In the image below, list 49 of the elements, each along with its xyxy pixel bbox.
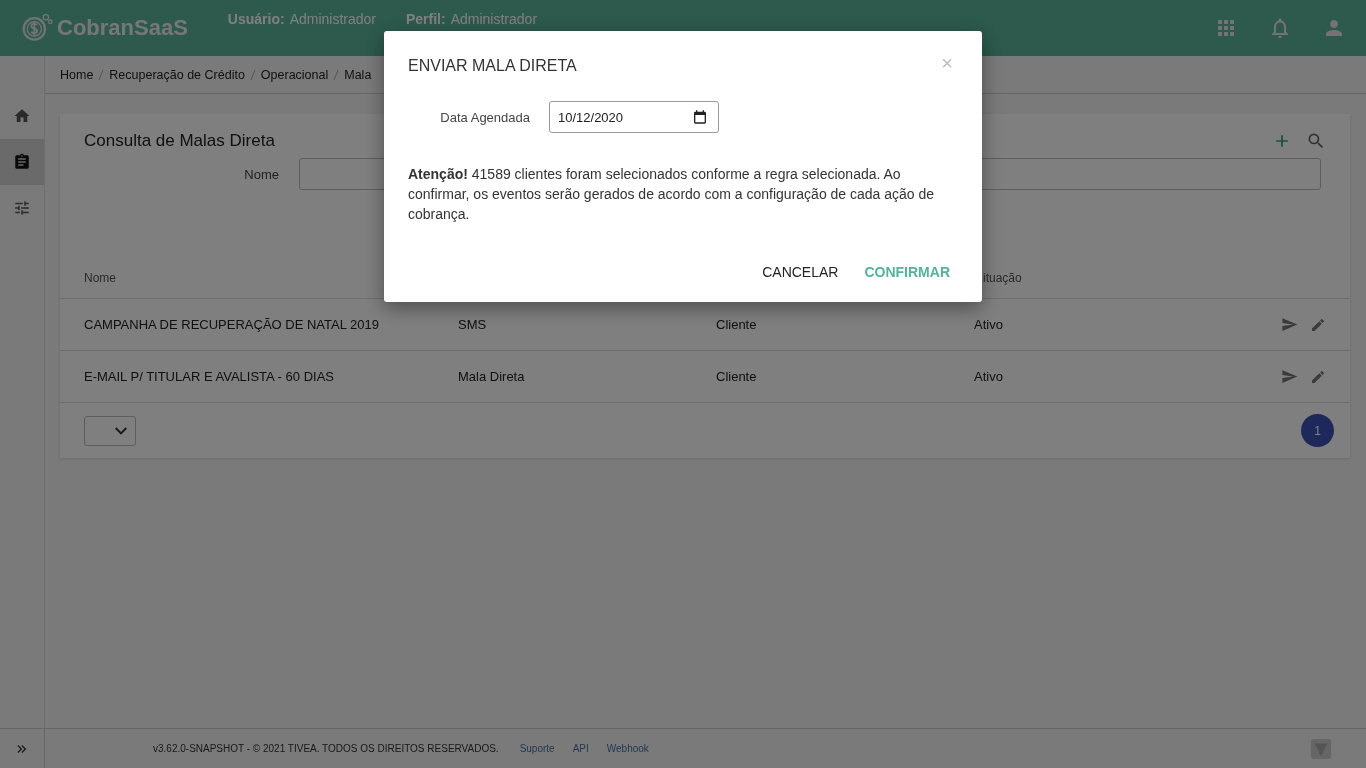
separator-slash-icon — [98, 68, 105, 81]
filter-label: Nome — [243, 166, 280, 182]
breadcrumb-link[interactable]: Recuperação de Crédito — [109, 67, 245, 82]
profile-name: Administrador — [450, 11, 538, 27]
date-input-field[interactable]: 10/12/2020 — [549, 101, 719, 133]
copyright-text: v3.62.0-SNAPSHOT - © 2021 TIVEA. TODOS OS DIREITOS RESERVADOS. — [153, 743, 499, 754]
dollar-coin-icon — [20, 12, 54, 44]
warning-message: Atenção! 41589 clientes foram selecionados conforme a regra selecionada. Ao confirmar, os eventos serão gerados de acordo com a configuração de cada ação de cobrança. — [408, 165, 936, 224]
page-button[interactable]: 1 — [1301, 414, 1334, 447]
column-header: Nome — [84, 271, 116, 285]
cancel-button[interactable]: CANCELAR — [748, 256, 853, 288]
sliders-icon — [13, 199, 31, 217]
table-cell: Ativo — [974, 369, 1003, 384]
shield-logo-icon — [1310, 737, 1332, 760]
sidebar-item[interactable] — [0, 139, 44, 185]
search-icon[interactable] — [1306, 131, 1326, 151]
edit-icon[interactable] — [1310, 368, 1326, 385]
home-icon — [13, 107, 31, 125]
separator-slash-icon — [249, 68, 256, 81]
table-cell: E-MAIL P/ TITULAR E AVALISTA - 60 DIAS — [84, 369, 334, 384]
table-cell: Cliente — [716, 317, 757, 332]
confirm-button[interactable]: CONFIRMAR — [850, 256, 964, 288]
table-cell: CAMPANHA DE RECUPERAÇÃO DE NATAL 2019 — [84, 317, 379, 332]
chevron-down-icon — [115, 426, 127, 435]
table-cell: Ativo — [974, 317, 1003, 332]
clipboard-icon — [13, 153, 31, 171]
breadcrumb-link[interactable]: Mala — [344, 67, 372, 82]
app-logo-text: CobranSaaS — [57, 15, 188, 41]
footer-link[interactable]: API — [572, 743, 589, 754]
card-title: Consulta de Malas Direta — [84, 131, 276, 151]
send-icon[interactable] — [1281, 316, 1298, 334]
column-header: ituação — [982, 271, 1022, 285]
separator-slash-icon — [333, 68, 340, 81]
footer-link[interactable]: Suporte — [519, 743, 555, 754]
table-cell: Cliente — [716, 369, 757, 384]
page-size-select[interactable] — [84, 415, 136, 446]
send-icon[interactable] — [1281, 368, 1298, 386]
date-label: Data Agendada — [439, 109, 530, 125]
modal-title: ENVIAR MALA DIRETA — [408, 57, 578, 75]
user-label: Usuário: — [227, 11, 285, 27]
table-cell: SMS — [458, 317, 487, 332]
calendar-icon[interactable] — [692, 109, 708, 125]
table-cell: Mala Direta — [458, 369, 525, 384]
breadcrumb-link[interactable]: Operacional — [260, 67, 329, 82]
user-name: Administrador — [289, 11, 376, 27]
breadcrumb-link[interactable]: Home — [60, 67, 94, 82]
profile-label: Perfil: — [406, 11, 446, 27]
edit-icon[interactable] — [1310, 316, 1326, 333]
footer-link[interactable]: Webhook — [606, 743, 649, 754]
